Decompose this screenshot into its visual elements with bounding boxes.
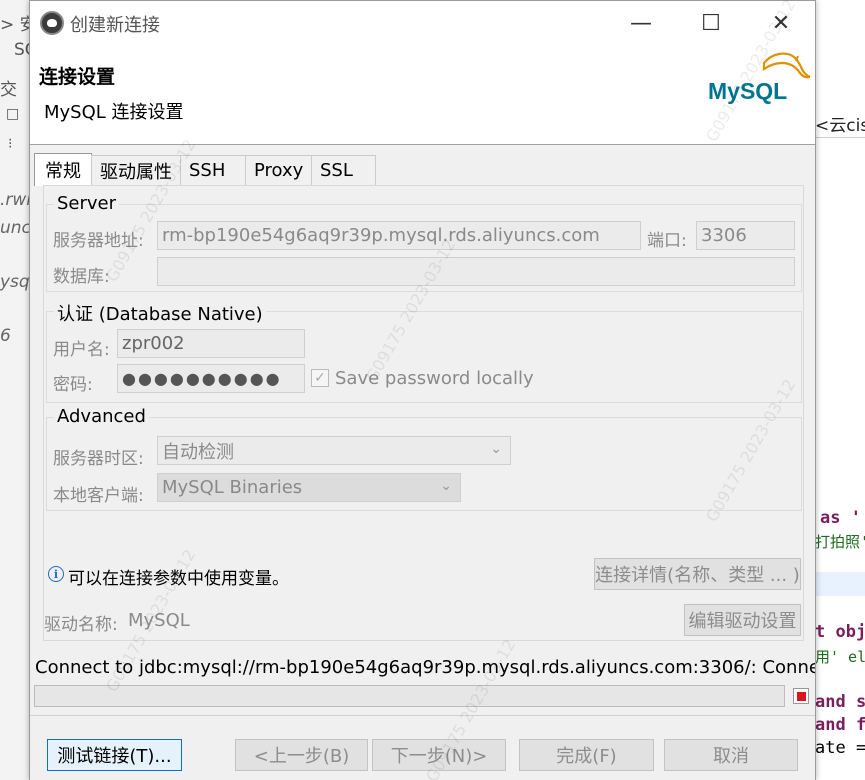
- tab-ssl[interactable]: SSL: [311, 155, 376, 185]
- general-tab-panel: Server 服务器地址: rm-bp190e54g6aq9r39p.mysql…: [43, 185, 804, 641]
- bg-text: 交: [0, 80, 17, 100]
- button-label: 连接详情(名称、类型 ... ): [595, 565, 800, 586]
- create-connection-dialog: 创建新连接 — ☐ ✕ 连接设置 MySQL 连接设置 MySQL 常规 驱动属…: [29, 0, 816, 780]
- page-title: 连接设置: [39, 66, 116, 88]
- bg-text: 6: [0, 326, 11, 346]
- local-client-value: MySQL Binaries: [162, 477, 303, 498]
- button-label: 测试链接(T)...: [57, 746, 172, 767]
- close-button[interactable]: ✕: [746, 1, 816, 45]
- bg-highlight-line: [815, 572, 865, 596]
- advanced-group-title: Advanced: [54, 406, 149, 427]
- tab-proxy[interactable]: Proxy: [245, 155, 312, 185]
- username-input[interactable]: zpr002: [117, 329, 305, 358]
- timezone-value: 自动检测: [162, 441, 234, 463]
- username-label: 用户名:: [53, 340, 110, 360]
- finish-button[interactable]: 完成(F): [519, 739, 654, 771]
- dialog-button-bar: 测试链接(T)... <上一步(B) 下一步(N)> 完成(F) 取消: [30, 715, 815, 780]
- bg-code-line: as ': [820, 508, 861, 528]
- bg-text: unc: [0, 218, 31, 238]
- driver-name-label: 驱动名称:: [44, 615, 118, 635]
- connection-details-button[interactable]: 连接详情(名称、类型 ... ): [594, 558, 801, 590]
- tab-ssh[interactable]: SSH: [180, 155, 246, 185]
- password-label: 密码:: [53, 375, 93, 395]
- timezone-select[interactable]: 自动检测 ⌄: [157, 436, 511, 465]
- bg-editor-tab-label: <云cis: [815, 116, 865, 136]
- advanced-group: Advanced 服务器时区: 自动检测 ⌄ 本地客户端: MySQL Bina…: [46, 406, 802, 511]
- minimize-icon: —: [630, 10, 652, 36]
- port-value: 3306: [701, 225, 747, 246]
- local-client-select[interactable]: MySQL Binaries ⌄: [157, 473, 461, 502]
- bg-code-line: and s: [815, 692, 865, 712]
- password-input[interactable]: ●●●●●●●●●●: [117, 364, 305, 393]
- tab-driver-properties[interactable]: 驱动属性: [91, 155, 181, 185]
- tab-label: SSL: [320, 160, 353, 181]
- cancel-button[interactable]: 取消: [664, 739, 798, 771]
- tab-label: 常规: [45, 161, 81, 182]
- auth-group-title: 认证 (Database Native): [54, 300, 266, 326]
- stop-icon: [796, 691, 806, 701]
- tab-label: 驱动属性: [100, 161, 172, 183]
- back-button[interactable]: <上一步(B): [235, 739, 368, 771]
- button-label: 下一步(N)>: [390, 746, 488, 767]
- close-icon: ✕: [771, 10, 791, 36]
- database-input[interactable]: [157, 257, 795, 286]
- dialog-header: 连接设置 MySQL 连接设置 MySQL: [30, 45, 815, 145]
- auth-group: 认证 (Database Native) 用户名: zpr002 密码: ●●●…: [46, 300, 802, 403]
- button-label: 取消: [713, 746, 749, 767]
- server-group-title: Server: [54, 193, 120, 214]
- button-label: 完成(F): [556, 746, 617, 767]
- page-subtitle: MySQL 连接设置: [44, 102, 184, 123]
- bg-code-line: ate =: [815, 738, 865, 758]
- port-label: 端口:: [647, 231, 687, 251]
- variables-info-text: 可以在连接参数中使用变量。: [68, 569, 289, 589]
- test-connection-button[interactable]: 测试链接(T)...: [47, 739, 182, 771]
- checkmark-icon: ✓: [314, 370, 326, 386]
- bg-code-line: t obj: [815, 622, 865, 642]
- connection-progress-bar: [34, 685, 785, 707]
- mysql-logo-text: MySQL: [708, 78, 787, 104]
- dialog-title: 创建新连接: [70, 15, 160, 36]
- save-password-label: Save password locally: [335, 368, 534, 389]
- host-label: 服务器地址:: [53, 231, 144, 251]
- server-group: Server 服务器地址: rm-bp190e54g6aq9r39p.mysql…: [46, 193, 802, 292]
- button-label: <上一步(B): [253, 746, 350, 767]
- tab-general[interactable]: 常规: [34, 153, 92, 186]
- database-label: 数据库:: [53, 267, 110, 287]
- save-password-checkbox[interactable]: ✓: [311, 369, 329, 387]
- bg-text: ⁝: [8, 136, 13, 152]
- maximize-button[interactable]: ☐: [676, 1, 746, 45]
- chevron-down-icon: ⌄: [490, 441, 502, 457]
- tab-bar: 常规 驱动属性 SSH Proxy SSL: [34, 153, 376, 186]
- mysql-logo: MySQL: [708, 52, 810, 104]
- host-input[interactable]: rm-bp190e54g6aq9r39p.mysql.rds.aliyuncs.…: [157, 221, 641, 250]
- bg-text: ysq: [0, 272, 30, 292]
- tab-label: Proxy: [254, 160, 304, 181]
- host-value: rm-bp190e54g6aq9r39p.mysql.rds.aliyuncs.…: [162, 225, 600, 246]
- tab-label: SSH: [189, 160, 226, 181]
- chevron-down-icon: ⌄: [440, 478, 452, 494]
- bg-code-line: 打拍照',: [815, 533, 865, 551]
- driver-name-value: MySQL: [128, 610, 190, 631]
- stop-connection-button[interactable]: [793, 688, 809, 704]
- info-icon: i: [48, 566, 64, 582]
- minimize-button[interactable]: —: [606, 1, 676, 45]
- timezone-label: 服务器时区:: [53, 449, 144, 469]
- edit-driver-settings-button[interactable]: 编辑驱动设置: [684, 604, 801, 636]
- bg-code-line: 用' el: [815, 648, 865, 666]
- bg-text: □: [6, 106, 20, 122]
- port-input[interactable]: 3306: [696, 221, 795, 250]
- next-button[interactable]: 下一步(N)>: [372, 739, 506, 771]
- connection-status-text: Connect to jdbc:mysql://rm-bp190e54g6aq9…: [35, 657, 815, 678]
- button-label: 编辑驱动设置: [688, 611, 797, 632]
- bg-text: .rwi: [0, 190, 32, 210]
- username-value: zpr002: [122, 333, 185, 354]
- password-value: ●●●●●●●●●●: [122, 369, 282, 388]
- dialog-titlebar[interactable]: 创建新连接 — ☐ ✕: [30, 1, 815, 45]
- local-client-label: 本地客户端:: [53, 486, 144, 506]
- maximize-icon: ☐: [701, 10, 721, 36]
- dbeaver-app-icon: [40, 11, 64, 35]
- bg-code-line: and f: [815, 715, 865, 735]
